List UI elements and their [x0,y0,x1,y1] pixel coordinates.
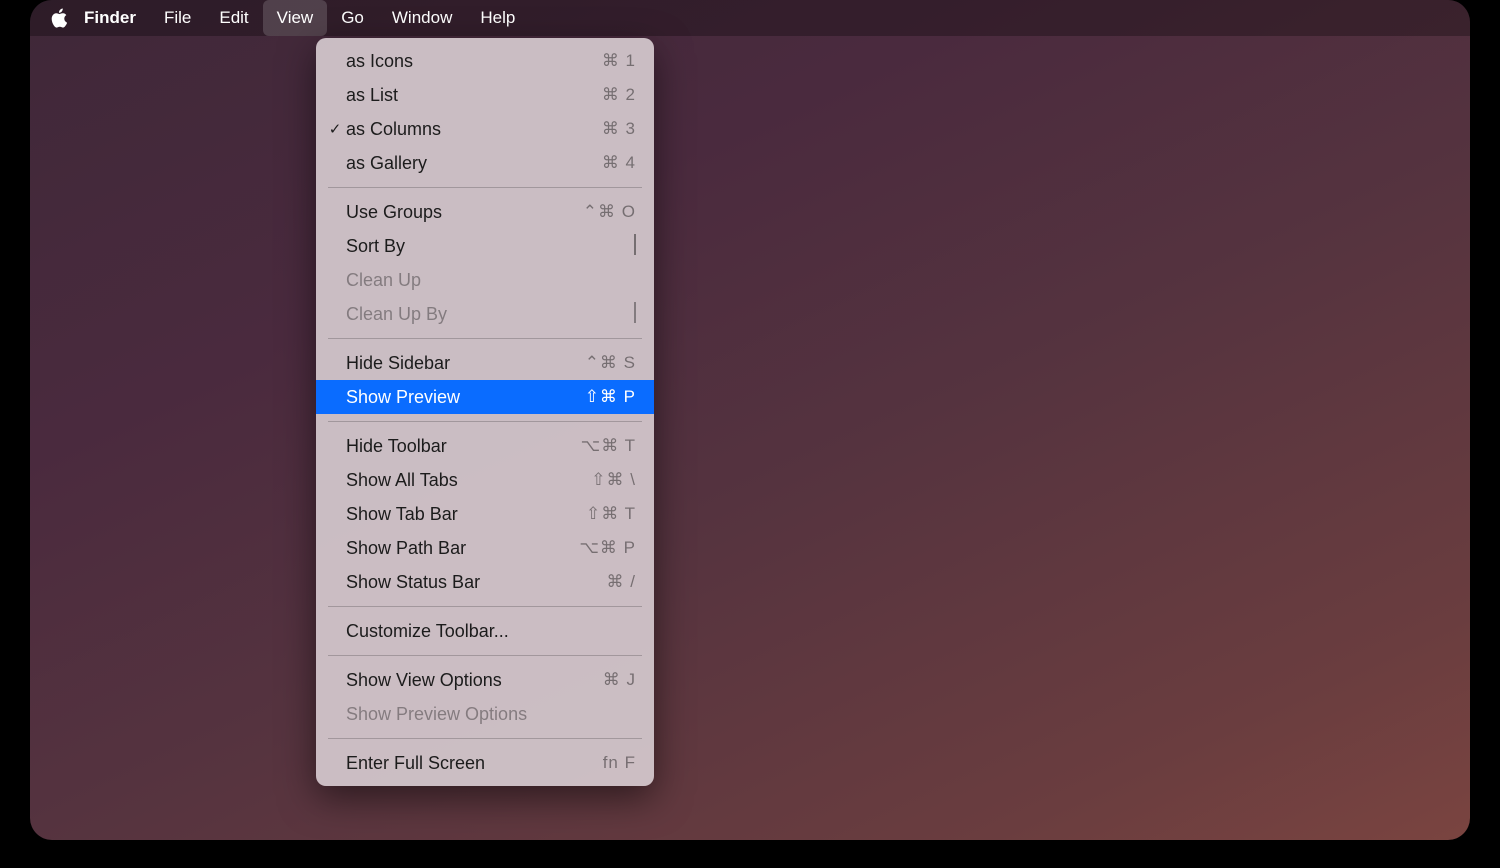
menu-item-label: Show View Options [346,670,603,691]
menu-separator [328,187,642,188]
menu-item-show-path-bar[interactable]: Show Path Bar⌥⌘ P [316,531,654,565]
menu-item-as-columns[interactable]: ✓as Columns⌘ 3 [316,112,654,146]
menu-item-label: Use Groups [346,202,583,223]
menu-item-shortcut: ⌃⌘ O [583,202,636,222]
menubar-item-help[interactable]: Help [466,0,529,36]
menubar: Finder File Edit View Go Window Help [30,0,1470,36]
chevron-right-icon [634,304,636,324]
menu-separator [328,421,642,422]
menu-item-clean-up-by: Clean Up By [316,297,654,331]
menu-separator [328,606,642,607]
menubar-item-go[interactable]: Go [327,0,378,36]
menubar-app-name[interactable]: Finder [84,0,150,36]
menu-item-label: as List [346,85,602,106]
menu-item-label: Sort By [346,236,634,257]
menu-item-shortcut: ⌘ 3 [602,119,636,139]
menu-item-label: as Gallery [346,153,602,174]
menu-item-shortcut: ⌘ 4 [602,153,636,173]
menubar-item-window[interactable]: Window [378,0,466,36]
menu-item-label: Show Path Bar [346,538,579,559]
menu-item-as-list[interactable]: as List⌘ 2 [316,78,654,112]
desktop: Finder File Edit View Go Window Help as … [30,0,1470,840]
menu-item-shortcut: ⌥⌘ P [579,538,636,558]
menu-item-customize-toolbar[interactable]: Customize Toolbar... [316,614,654,648]
menu-item-shortcut: ⌘ J [603,670,636,690]
menu-item-as-gallery[interactable]: as Gallery⌘ 4 [316,146,654,180]
chevron-right-icon [634,236,636,256]
menubar-item-view[interactable]: View [263,0,328,36]
menubar-item-edit[interactable]: Edit [205,0,262,36]
menu-item-clean-up: Clean Up [316,263,654,297]
menu-item-show-preview-options: Show Preview Options [316,697,654,731]
menubar-item-file[interactable]: File [150,0,205,36]
menu-item-label: Show Status Bar [346,572,607,593]
apple-menu-icon[interactable] [48,7,70,29]
menu-item-shortcut: ⌘ 2 [602,85,636,105]
menu-item-label: Enter Full Screen [346,753,603,774]
menu-item-show-all-tabs[interactable]: Show All Tabs⇧⌘ \ [316,463,654,497]
menu-separator [328,738,642,739]
menu-item-shortcut: ⇧⌘ P [585,387,636,407]
menu-separator [328,338,642,339]
menu-item-as-icons[interactable]: as Icons⌘ 1 [316,44,654,78]
menu-item-hide-sidebar[interactable]: Hide Sidebar⌃⌘ S [316,346,654,380]
menu-item-label: Show Preview [346,387,585,408]
menu-item-label: Clean Up [346,270,636,291]
menu-item-shortcut: ⇧⌘ T [586,504,636,524]
menu-item-label: Clean Up By [346,304,634,325]
menu-item-label: Show Preview Options [346,704,636,725]
menu-item-hide-toolbar[interactable]: Hide Toolbar⌥⌘ T [316,429,654,463]
checkmark-icon: ✓ [324,120,346,138]
menu-item-label: as Columns [346,119,602,140]
menu-item-label: Hide Toolbar [346,436,581,457]
menu-item-shortcut: fn F [603,753,636,773]
menu-separator [328,655,642,656]
menu-item-show-preview[interactable]: Show Preview⇧⌘ P [316,380,654,414]
menu-item-enter-full-screen[interactable]: Enter Full Screenfn F [316,746,654,780]
menu-item-show-tab-bar[interactable]: Show Tab Bar⇧⌘ T [316,497,654,531]
menu-item-label: Show Tab Bar [346,504,586,525]
menu-item-use-groups[interactable]: Use Groups⌃⌘ O [316,195,654,229]
menu-item-shortcut: ⇧⌘ \ [591,470,636,490]
menu-item-show-status-bar[interactable]: Show Status Bar⌘ / [316,565,654,599]
view-menu-dropdown: as Icons⌘ 1as List⌘ 2✓as Columns⌘ 3as Ga… [316,38,654,786]
menu-item-shortcut: ⌃⌘ S [585,353,636,373]
menu-item-label: as Icons [346,51,602,72]
menu-item-shortcut: ⌘ 1 [602,51,636,71]
menu-item-show-view-options[interactable]: Show View Options⌘ J [316,663,654,697]
menu-item-shortcut: ⌥⌘ T [581,436,636,456]
menu-item-sort-by[interactable]: Sort By [316,229,654,263]
menu-item-shortcut: ⌘ / [607,572,636,592]
menu-item-label: Hide Sidebar [346,353,585,374]
menu-item-label: Customize Toolbar... [346,621,636,642]
menu-item-label: Show All Tabs [346,470,591,491]
